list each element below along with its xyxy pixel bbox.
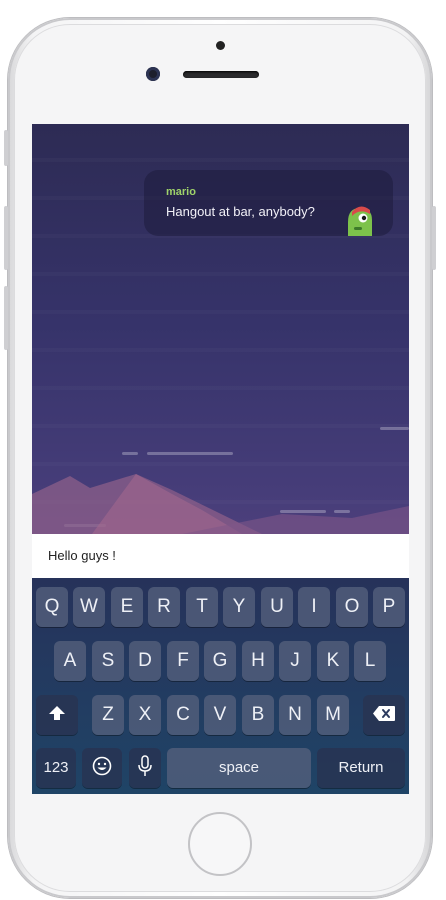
key-l[interactable]: L [354,641,386,681]
mountains-illustration [32,474,409,534]
key-o[interactable]: O [336,587,368,627]
return-key[interactable]: Return [317,748,405,788]
app-screen: mario Hangout at bar, anybody? Hello guy… [32,124,409,794]
microphone-icon [138,755,152,777]
key-q[interactable]: Q [36,587,68,627]
key-f[interactable]: F [167,641,199,681]
key-r[interactable]: R [148,587,180,627]
key-k[interactable]: K [317,641,349,681]
haze-line [380,427,409,430]
key-h[interactable]: H [242,641,274,681]
front-camera [146,67,160,81]
space-key[interactable]: space [167,748,311,788]
volume-up-button [4,206,8,270]
key-a[interactable]: A [54,641,86,681]
emoji-icon [92,757,112,776]
message-input-text: Hello guys ! [48,548,116,563]
key-w[interactable]: W [73,587,105,627]
message-sender-name: mario [166,186,196,198]
power-button [432,206,436,270]
key-b[interactable]: B [242,695,274,735]
onscreen-keyboard: Q W E R T Y U I O P A S D F G H J K L Z … [32,578,409,794]
mute-switch [4,130,8,166]
key-c[interactable]: C [167,695,199,735]
proximity-sensor [216,41,225,50]
key-x[interactable]: X [129,695,161,735]
numbers-key[interactable]: 123 [36,748,76,788]
key-e[interactable]: E [111,587,143,627]
key-y[interactable]: Y [223,587,255,627]
keyboard-row-1: Q W E R T Y U I O P [32,587,409,627]
key-i[interactable]: I [298,587,330,627]
key-z[interactable]: Z [92,695,124,735]
key-s[interactable]: S [92,641,124,681]
key-p[interactable]: P [373,587,405,627]
keyboard-row-2: A S D F G H J K L [32,641,409,681]
key-g[interactable]: G [204,641,236,681]
key-m[interactable]: M [317,695,349,735]
volume-down-button [4,286,8,350]
delete-key[interactable] [363,695,405,735]
key-u[interactable]: U [261,587,293,627]
message-input[interactable]: Hello guys ! [32,534,409,578]
key-n[interactable]: N [279,695,311,735]
emoji-key[interactable] [82,748,122,788]
home-button[interactable] [188,812,252,876]
key-d[interactable]: D [129,641,161,681]
shift-arrow-icon [49,706,65,721]
keyboard-row-4: 123 space Return [32,748,409,788]
earpiece-speaker [183,71,259,78]
backspace-icon [373,705,395,721]
chat-message-bubble[interactable]: mario Hangout at bar, anybody? [144,170,393,236]
key-v[interactable]: V [204,695,236,735]
keyboard-row-3: Z X C V B N M [32,695,409,735]
key-j[interactable]: J [279,641,311,681]
message-text: Hangout at bar, anybody? [166,204,315,219]
avatar-icon[interactable] [342,200,378,236]
shift-key[interactable] [36,695,78,735]
microphone-key[interactable] [129,748,161,788]
key-t[interactable]: T [186,587,218,627]
